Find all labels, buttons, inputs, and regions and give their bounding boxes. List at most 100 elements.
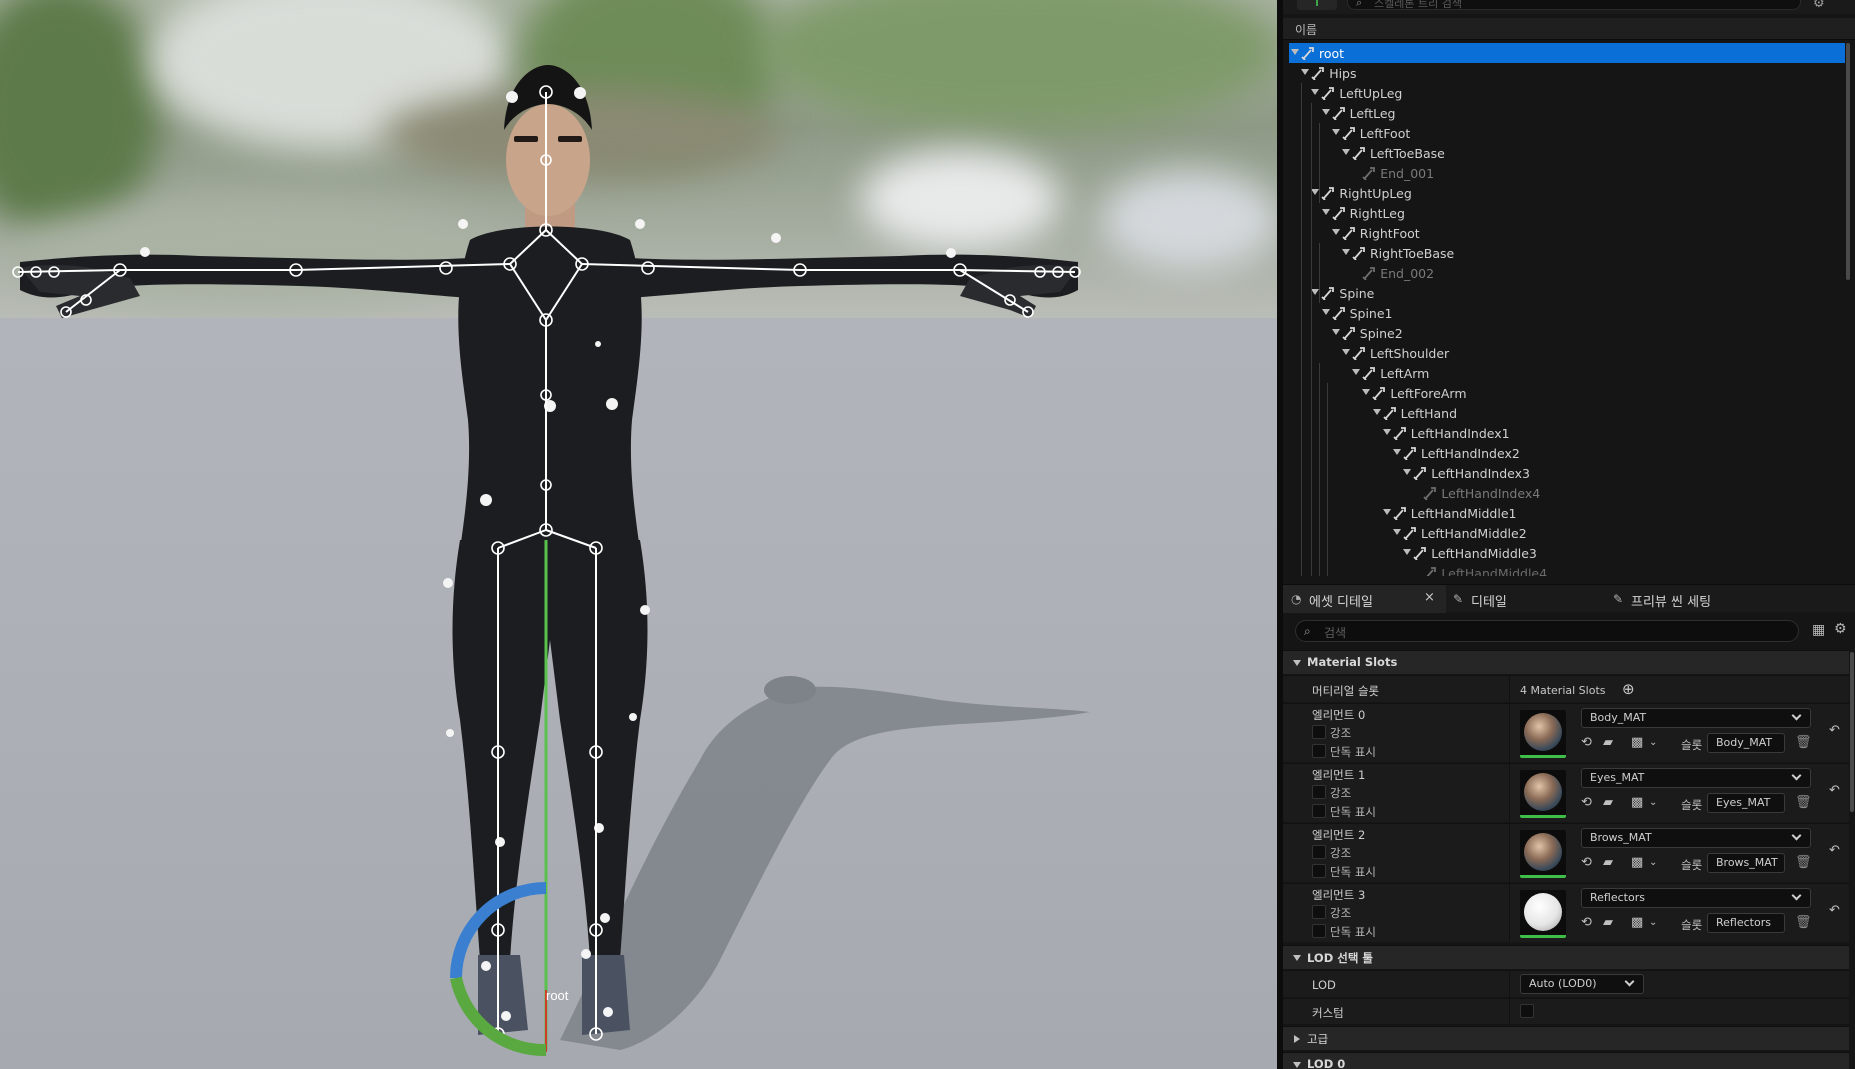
slot-name-input[interactable]: Body_MAT xyxy=(1707,733,1785,753)
use-selected-icon[interactable]: ⟲ xyxy=(1581,735,1592,750)
trash-icon[interactable]: 🗑 xyxy=(1795,915,1812,930)
trash-icon[interactable]: 🗑 xyxy=(1795,735,1812,750)
chevron-down-icon[interactable]: ⌄ xyxy=(1649,797,1657,808)
checker-icon[interactable]: ▩ xyxy=(1631,915,1643,930)
chevron-down-icon[interactable] xyxy=(1321,109,1330,115)
gear-icon[interactable]: ⚙ xyxy=(1834,621,1847,637)
chevron-down-icon[interactable] xyxy=(1331,129,1340,135)
skeleton-tree-search-input[interactable]: ⌕ 스켈레톤 트리 검색 xyxy=(1347,0,1801,10)
tree-row-lefthandmiddle4[interactable]: LeftHandMiddle4 xyxy=(1289,563,1845,576)
viewport[interactable]: root xyxy=(0,0,1277,1069)
isolate-checkbox[interactable] xyxy=(1312,804,1326,818)
reset-arrow-icon[interactable]: ↶ xyxy=(1829,843,1840,858)
reset-arrow-icon[interactable]: ↶ xyxy=(1829,903,1840,918)
tab-preview-scene-settings[interactable]: ✎ 프리뷰 씬 세팅 xyxy=(1613,585,1813,613)
highlight-checkbox[interactable] xyxy=(1312,905,1326,919)
chevron-down-icon[interactable] xyxy=(1311,89,1320,95)
tree-row-leftforearm[interactable]: LeftForeArm xyxy=(1289,383,1845,403)
table-view-icon[interactable]: ▦ xyxy=(1812,622,1825,638)
use-selected-icon[interactable]: ⟲ xyxy=(1581,855,1592,870)
material-select[interactable]: Eyes_MAT xyxy=(1581,768,1811,788)
material-thumbnail[interactable] xyxy=(1520,830,1566,878)
reset-arrow-icon[interactable]: ↶ xyxy=(1829,783,1840,798)
tree-row-spine1[interactable]: Spine1 xyxy=(1289,303,1845,323)
chevron-down-icon[interactable]: ⌄ xyxy=(1649,857,1657,868)
material-select[interactable]: Body_MAT xyxy=(1581,708,1811,728)
tree-row-lefthandindex2[interactable]: LeftHandIndex2 xyxy=(1289,443,1845,463)
browse-folder-icon[interactable]: ▰ xyxy=(1603,795,1613,810)
isolate-checkbox[interactable] xyxy=(1312,864,1326,878)
chevron-down-icon[interactable] xyxy=(1291,49,1299,55)
section-lod-picker[interactable]: LOD 선택 툴 xyxy=(1283,945,1849,969)
slot-name-input[interactable]: Eyes_MAT xyxy=(1707,793,1785,813)
lod-select[interactable]: Auto (LOD0) xyxy=(1520,974,1644,994)
chevron-down-icon[interactable] xyxy=(1342,249,1350,255)
tree-row-lefthandmiddle3[interactable]: LeftHandMiddle3 xyxy=(1289,543,1845,563)
tree-scrollbar[interactable] xyxy=(1846,43,1850,280)
highlight-checkbox[interactable] xyxy=(1312,725,1326,739)
isolate-checkbox[interactable] xyxy=(1312,744,1326,758)
material-select[interactable]: Brows_MAT xyxy=(1581,828,1811,848)
browse-folder-icon[interactable]: ▰ xyxy=(1603,735,1613,750)
tree-row-leftfoot[interactable]: LeftFoot xyxy=(1289,123,1845,143)
reset-arrow-icon[interactable]: ↶ xyxy=(1829,723,1840,738)
tree-row-spine[interactable]: Spine xyxy=(1289,283,1845,303)
section-advanced[interactable]: 고급 xyxy=(1283,1026,1849,1050)
browse-folder-icon[interactable]: ▰ xyxy=(1603,915,1613,930)
tree-row-spine2[interactable]: Spine2 xyxy=(1289,323,1845,343)
chevron-down-icon[interactable] xyxy=(1342,349,1350,355)
chevron-down-icon[interactable] xyxy=(1382,509,1391,515)
gear-icon[interactable]: ⚙ xyxy=(1813,0,1825,11)
tree-row-leftshoulder[interactable]: LeftShoulder xyxy=(1289,343,1845,363)
isolate-checkbox[interactable] xyxy=(1312,924,1326,938)
tree-row-end_002[interactable]: End_002 xyxy=(1289,263,1845,283)
trash-icon[interactable]: 🗑 xyxy=(1795,855,1812,870)
chevron-down-icon[interactable] xyxy=(1393,449,1401,455)
highlight-checkbox[interactable] xyxy=(1312,845,1326,859)
tree-row-hips[interactable]: Hips xyxy=(1289,63,1845,83)
chevron-down-icon[interactable]: ⌄ xyxy=(1649,917,1657,928)
chevron-down-icon[interactable] xyxy=(1301,69,1310,75)
chevron-down-icon[interactable] xyxy=(1342,149,1350,155)
chevron-down-icon[interactable] xyxy=(1331,329,1340,335)
chevron-down-icon[interactable] xyxy=(1403,549,1412,555)
material-select[interactable]: Reflectors xyxy=(1581,888,1811,908)
section-material-slots[interactable]: Material Slots xyxy=(1283,650,1849,674)
tree-row-rightleg[interactable]: RightLeg xyxy=(1289,203,1845,223)
tree-row-rightupleg[interactable]: RightUpLeg xyxy=(1289,183,1845,203)
close-icon[interactable]: × xyxy=(1424,590,1435,605)
tree-row-leftleg[interactable]: LeftLeg xyxy=(1289,103,1845,123)
use-selected-icon[interactable]: ⟲ xyxy=(1581,915,1592,930)
material-thumbnail[interactable] xyxy=(1520,890,1566,938)
chevron-down-icon[interactable] xyxy=(1321,309,1330,315)
browse-folder-icon[interactable]: ▰ xyxy=(1603,855,1613,870)
checker-icon[interactable]: ▩ xyxy=(1631,795,1643,810)
tab-details[interactable]: ✎ 디테일 xyxy=(1453,585,1593,613)
tree-row-end_001[interactable]: End_001 xyxy=(1289,163,1845,183)
tree-row-rightfoot[interactable]: RightFoot xyxy=(1289,223,1845,243)
material-thumbnail[interactable] xyxy=(1520,770,1566,818)
tree-row-root[interactable]: root xyxy=(1289,43,1845,63)
details-search-input[interactable]: ⌕ 검색 xyxy=(1295,620,1799,642)
chevron-down-icon[interactable] xyxy=(1393,529,1401,535)
section-lod0[interactable]: LOD 0 xyxy=(1283,1052,1849,1069)
use-selected-icon[interactable]: ⟲ xyxy=(1581,795,1592,810)
tree-row-lefttoebase[interactable]: LeftToeBase xyxy=(1289,143,1845,163)
tree-row-lefthandindex4[interactable]: LeftHandIndex4 xyxy=(1289,483,1845,503)
add-circle-icon[interactable]: ⊕ xyxy=(1622,680,1635,698)
tree-row-lefthand[interactable]: LeftHand xyxy=(1289,403,1845,423)
slot-name-input[interactable]: Reflectors xyxy=(1707,913,1785,933)
tree-row-lefthandindex1[interactable]: LeftHandIndex1 xyxy=(1289,423,1845,443)
add-button[interactable] xyxy=(1297,0,1337,10)
tree-row-leftupleg[interactable]: LeftUpLeg xyxy=(1289,83,1845,103)
trash-icon[interactable]: 🗑 xyxy=(1795,795,1812,810)
tab-asset-details[interactable]: ◔ 에셋 디테일 × xyxy=(1283,585,1446,613)
checker-icon[interactable]: ▩ xyxy=(1631,735,1643,750)
chevron-down-icon[interactable] xyxy=(1403,469,1412,475)
checker-icon[interactable]: ▩ xyxy=(1631,855,1643,870)
slot-name-input[interactable]: Brows_MAT xyxy=(1707,853,1785,873)
details-scrollbar[interactable] xyxy=(1850,652,1854,812)
tree-column-header[interactable]: 이름 xyxy=(1283,18,1855,40)
tree-row-lefthandindex3[interactable]: LeftHandIndex3 xyxy=(1289,463,1845,483)
tree-row-righttoebase[interactable]: RightToeBase xyxy=(1289,243,1845,263)
